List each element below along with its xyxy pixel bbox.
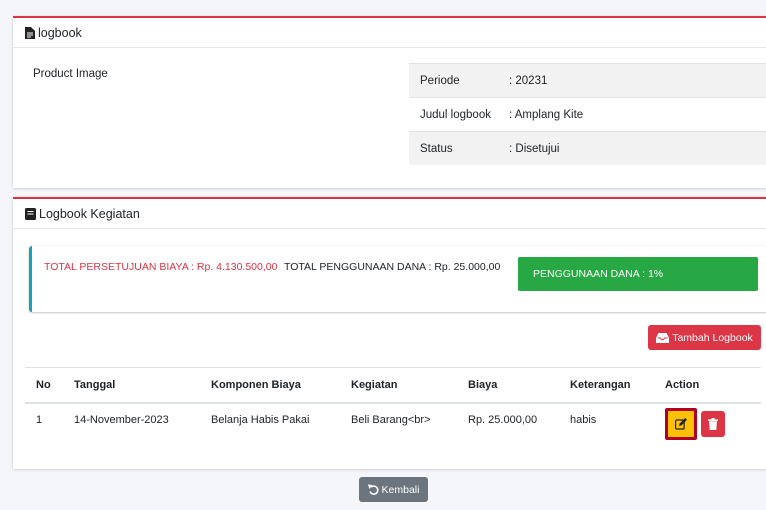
kembali-button[interactable]: Kembali [359, 477, 428, 502]
budget-callout: TOTAL PERSETUJUAN BIAYA : Rp. 4.130.500,… [29, 246, 766, 312]
cell-keterangan: habis [570, 414, 597, 426]
logbook-card: logbook Product Image Periode : 20231 Ju… [13, 16, 766, 188]
delete-button[interactable] [701, 411, 725, 437]
info-row: Status : Disetujui [409, 131, 766, 165]
info-value: : 20231 [498, 63, 766, 98]
kembali-label: Kembali [381, 483, 420, 496]
total-penggunaan-dana: TOTAL PENGGUNAAN DANA : Rp. 25.000,00 [284, 261, 501, 273]
table-row: 1 14-November-2023 Belanja Habis Pakai B… [25, 403, 761, 443]
col-header-keterangan: Keterangan [559, 367, 654, 404]
cell-kegiatan: Beli Barang<br> [351, 414, 431, 426]
col-header-tanggal: Tanggal [63, 367, 200, 404]
col-header-action: Action [654, 367, 761, 404]
info-label: Status [409, 131, 498, 165]
product-image-label: Product Image [33, 68, 108, 80]
cell-biaya: Rp. 25.000,00 [468, 414, 538, 426]
total-persetujuan-biaya: TOTAL PERSETUJUAN BIAYA : Rp. 4.130.500,… [44, 261, 278, 273]
cell-komponen-biaya: Belanja Habis Pakai [211, 414, 310, 426]
col-header-biaya: Biaya [457, 367, 559, 404]
cell-no: 1 [36, 414, 43, 426]
logbook-title: logbook [38, 25, 82, 40]
tambah-logbook-label: Tambah Logbook [672, 331, 753, 344]
edit-icon [675, 418, 687, 430]
logbook-card-header: logbook [13, 18, 766, 48]
file-icon [25, 26, 35, 39]
logbook-info-table: Periode : 20231 Judul logbook : Amplang … [409, 63, 766, 165]
edit-button[interactable] [665, 408, 697, 440]
logbook-table: No Tanggal Komponen Biaya Kegiatan Biaya… [25, 367, 761, 443]
tambah-logbook-button[interactable]: Tambah Logbook [648, 325, 761, 350]
undo-icon [367, 484, 379, 495]
info-value: : Amplang Kite [498, 97, 766, 132]
cell-action [654, 403, 761, 443]
penggunaan-dana-badge: PENGGUNAAN DANA : 1% [518, 257, 758, 291]
col-header-no: No [25, 367, 63, 404]
info-row: Periode : 20231 [409, 63, 766, 98]
info-label: Judul logbook [409, 97, 498, 132]
col-header-kegiatan: Kegiatan [340, 367, 457, 404]
logbook-kegiatan-card: Logbook Kegiatan TOTAL PERSETUJUAN BIAYA… [13, 197, 766, 469]
col-header-komponen-biaya: Komponen Biaya [200, 367, 340, 404]
table-header-row: No Tanggal Komponen Biaya Kegiatan Biaya… [25, 367, 761, 404]
info-row: Judul logbook : Amplang Kite [409, 97, 766, 132]
trash-icon [708, 418, 718, 430]
cell-tanggal: 14-November-2023 [74, 414, 169, 426]
logbook-kegiatan-header: Logbook Kegiatan [13, 199, 766, 229]
action-buttons [665, 408, 761, 440]
info-value: : Disetujui [498, 131, 766, 165]
inbox-icon [656, 332, 670, 343]
info-label: Periode [409, 63, 498, 98]
book-icon [25, 207, 36, 220]
logbook-kegiatan-title: Logbook Kegiatan [39, 206, 140, 221]
